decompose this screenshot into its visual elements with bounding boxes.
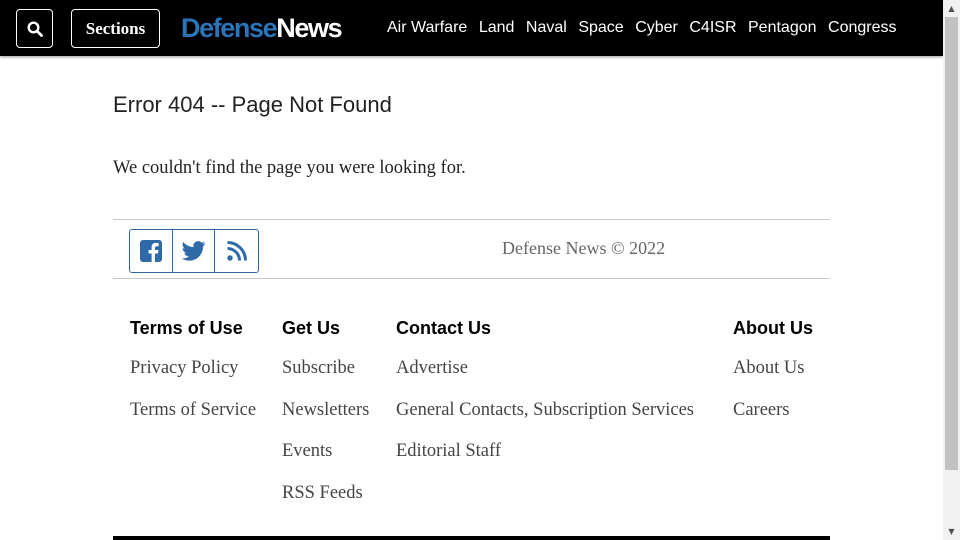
- nav-land[interactable]: Land: [479, 19, 515, 37]
- scroll-thumb[interactable]: [945, 17, 958, 470]
- search-icon: [26, 20, 43, 37]
- footer-divider-top: [113, 219, 830, 220]
- footer-heading-terms: Terms of Use: [130, 318, 243, 338]
- footer-link-privacy-policy[interactable]: Privacy Policy: [130, 358, 256, 379]
- footer-link-newsletters[interactable]: Newsletters: [282, 400, 369, 421]
- scroll-down-arrow-icon[interactable]: ▼: [943, 523, 960, 540]
- footer-column-contact-us: Contact Us Advertise General Contacts, S…: [396, 317, 694, 483]
- footer-link-events[interactable]: Events: [282, 441, 369, 462]
- nav-air-warfare[interactable]: Air Warfare: [387, 19, 467, 37]
- facebook-icon: [139, 240, 162, 262]
- twitter-button[interactable]: [173, 230, 216, 272]
- footer-heading-about-us: About Us: [733, 318, 813, 338]
- footer-link-about-us[interactable]: About Us: [733, 358, 813, 379]
- logo-part-news: News: [276, 13, 342, 43]
- top-nav-bar: Sections DefenseNews Air Warfare Land Na…: [0, 0, 943, 56]
- rss-button[interactable]: [215, 230, 258, 272]
- footer-column-terms: Terms of Use Privacy Policy Terms of Ser…: [130, 317, 256, 441]
- footer-bottom-bar: [113, 536, 830, 540]
- facebook-button[interactable]: [130, 230, 173, 272]
- search-button[interactable]: [16, 9, 53, 48]
- footer-divider-bottom: [113, 278, 830, 279]
- defense-news-logo[interactable]: DefenseNews: [181, 12, 343, 44]
- nav-pentagon[interactable]: Pentagon: [748, 19, 817, 37]
- footer-heading-get-us: Get Us: [282, 318, 341, 338]
- twitter-icon: [181, 241, 205, 261]
- footer-link-rss-feeds[interactable]: RSS Feeds: [282, 483, 369, 504]
- logo-part-defense: Defense: [181, 13, 278, 43]
- copyright-text: Defense News © 2022: [502, 238, 666, 258]
- nav-congress[interactable]: Congress: [828, 19, 896, 37]
- nav-cyber[interactable]: Cyber: [635, 19, 678, 37]
- nav-c4isr[interactable]: C4ISR: [689, 19, 736, 37]
- social-links: [129, 229, 259, 273]
- nav-naval[interactable]: Naval: [526, 19, 567, 37]
- footer-link-subscribe[interactable]: Subscribe: [282, 358, 369, 379]
- nav-space[interactable]: Space: [578, 19, 623, 37]
- error-message: We couldn't find the page you were looki…: [113, 158, 466, 178]
- main-nav: Air Warfare Land Naval Space Cyber C4ISR…: [387, 0, 908, 56]
- footer-link-advertise[interactable]: Advertise: [396, 358, 694, 379]
- sections-button[interactable]: Sections: [71, 9, 160, 48]
- footer-link-editorial-staff[interactable]: Editorial Staff: [396, 441, 694, 462]
- vertical-scrollbar[interactable]: ▲ ▼: [943, 0, 960, 540]
- page-title: Error 404 -- Page Not Found: [113, 92, 392, 117]
- footer-link-general-contacts[interactable]: General Contacts, Subscription Services: [396, 400, 694, 421]
- rss-icon: [226, 241, 247, 261]
- footer-heading-contact-us: Contact Us: [396, 318, 492, 338]
- footer-link-terms-of-service[interactable]: Terms of Service: [130, 400, 256, 421]
- scroll-up-arrow-icon[interactable]: ▲: [943, 0, 960, 17]
- footer-column-about-us: About Us About Us Careers: [733, 317, 813, 441]
- footer-link-careers[interactable]: Careers: [733, 400, 813, 421]
- footer-column-get-us: Get Us Subscribe Newsletters Events RSS …: [282, 317, 369, 525]
